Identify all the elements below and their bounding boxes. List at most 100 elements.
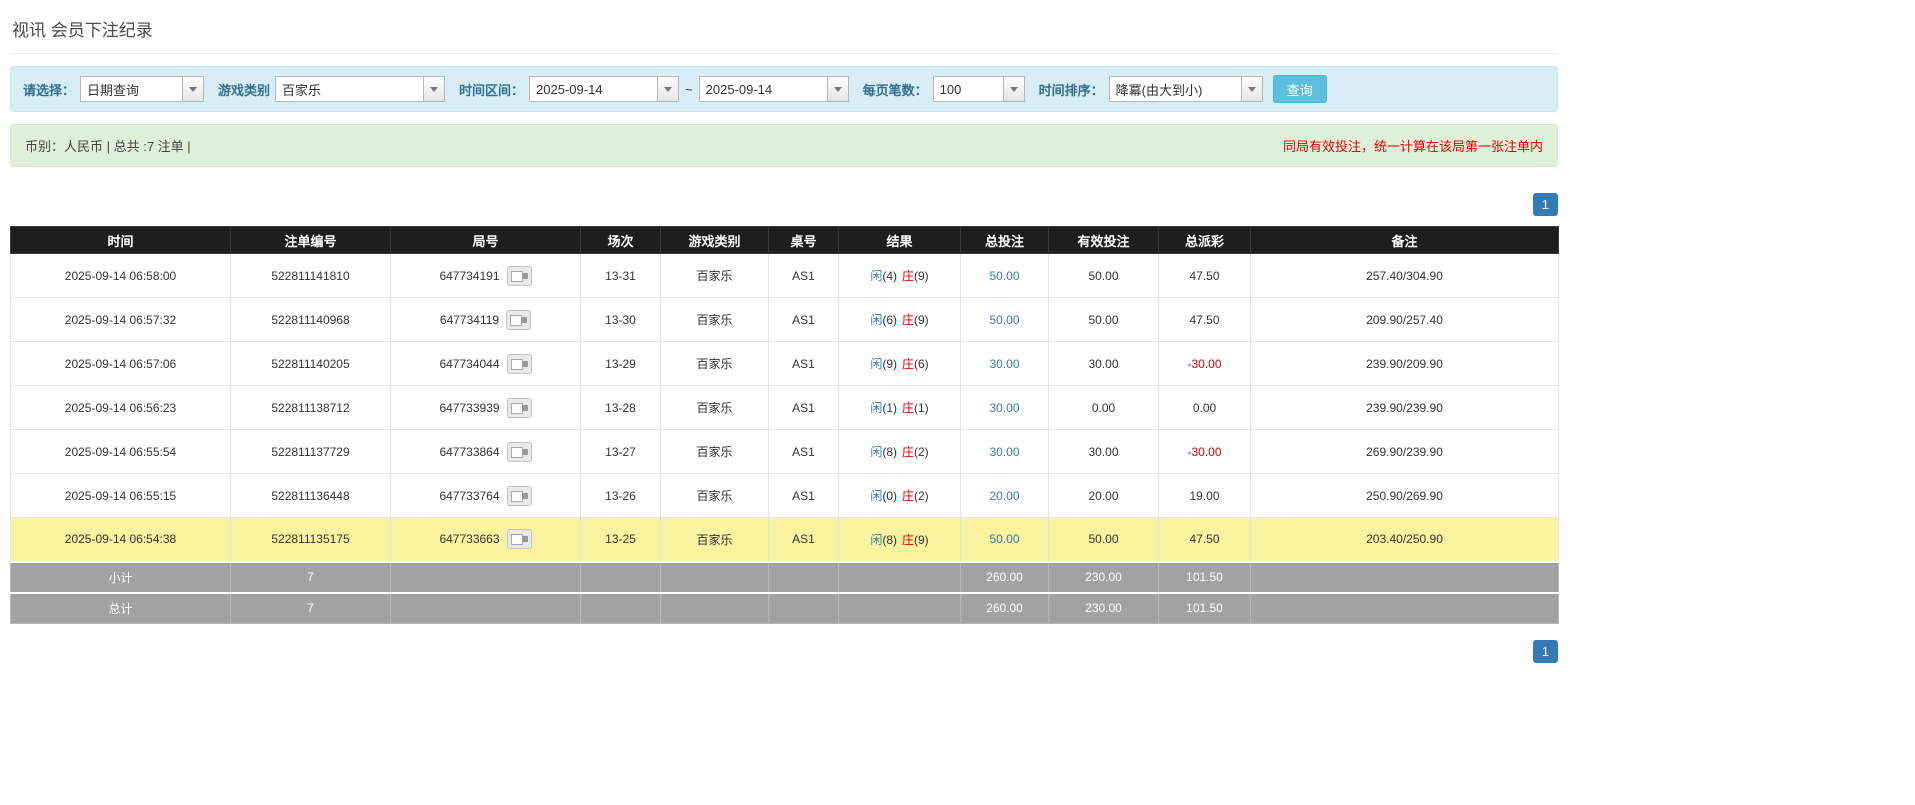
col-result: 结果 — [838, 226, 961, 254]
result-player-score: (8) — [882, 532, 897, 547]
pagination-page-button[interactable]: 1 — [1532, 640, 1558, 663]
cell-total-bet: 50.00 — [960, 253, 1049, 298]
table-row[interactable]: 2025-09-14 06:55:54 522811137729 6477338… — [10, 429, 1559, 474]
chevron-down-icon[interactable] — [826, 76, 849, 102]
total-bet-link[interactable]: 50.00 — [989, 313, 1019, 327]
total-bet-link[interactable]: 30.00 — [989, 401, 1019, 415]
total-bet-link[interactable]: 20.00 — [989, 489, 1019, 503]
table-row[interactable]: 2025-09-14 06:57:32 522811140968 6477341… — [10, 297, 1559, 342]
valid-bet: 20.00 — [1088, 488, 1119, 503]
cell-total-bet: 30.00 — [960, 429, 1049, 474]
payout-value: -30.00 — [1187, 356, 1222, 371]
table-row[interactable]: 2025-09-14 06:55:15 522811136448 6477337… — [10, 473, 1559, 518]
bet-id: 522811135175 — [271, 532, 350, 547]
cell-round-id: 647734119 — [390, 297, 581, 342]
time-sort-combobox[interactable] — [1108, 76, 1263, 102]
total-bet-link[interactable]: 50.00 — [989, 532, 1019, 546]
video-replay-icon[interactable] — [506, 485, 532, 506]
query-type-combobox[interactable] — [80, 76, 205, 102]
cell-session: 13-31 — [580, 253, 661, 298]
game-type-combobox[interactable] — [275, 76, 446, 102]
chevron-down-icon[interactable] — [423, 76, 446, 102]
page-size-combobox[interactable] — [932, 76, 1025, 102]
payout-value: 47.50 — [1189, 312, 1220, 327]
game-type: 百家乐 — [696, 357, 733, 371]
date-from-picker[interactable] — [529, 76, 680, 102]
chevron-down-glyph — [1247, 86, 1256, 92]
cell-note: 250.90/269.90 — [1250, 473, 1559, 518]
session-no: 13-31 — [605, 268, 636, 283]
cell-valid-bet: 30.00 — [1048, 341, 1159, 386]
result-player-score: (4) — [882, 269, 897, 283]
date-to-input[interactable] — [698, 76, 827, 102]
round-id: 647734119 — [439, 312, 500, 327]
summary-note: 同局有效投注，统一计算在该局第一张注单内 — [1282, 139, 1543, 154]
table-row[interactable]: 2025-09-14 06:57:06 522811140205 6477340… — [10, 341, 1559, 386]
video-replay-icon[interactable] — [506, 309, 532, 330]
cell-time: 2025-09-14 06:57:06 — [10, 341, 231, 386]
total-valid-bet: 230.00 — [1048, 591, 1159, 624]
session-no: 13-30 — [605, 312, 636, 327]
cell-valid-bet: 20.00 — [1048, 473, 1159, 518]
cell-valid-bet: 50.00 — [1048, 517, 1159, 562]
video-replay-icon[interactable] — [506, 397, 532, 418]
cell-note: 203.40/250.90 — [1250, 517, 1559, 562]
page-size-input[interactable] — [932, 76, 1003, 102]
date-from-input[interactable] — [529, 76, 658, 102]
round-id-group: 647733939 — [439, 397, 532, 418]
date-to-picker[interactable] — [698, 76, 849, 102]
balance-note: 269.90/239.90 — [1366, 444, 1443, 459]
cell-round-id: 647734044 — [390, 341, 581, 386]
chevron-down-icon[interactable] — [182, 76, 205, 102]
col-round-id: 局号 — [390, 226, 581, 254]
date-range-label: 时间区间： — [459, 82, 525, 98]
total-bet-link[interactable]: 30.00 — [989, 357, 1019, 371]
col-total-bet: 总投注 — [960, 226, 1049, 254]
search-button[interactable]: 查询 — [1272, 75, 1327, 103]
chevron-down-glyph — [430, 86, 439, 92]
table-row[interactable]: 2025-09-14 06:58:00 522811141810 6477341… — [10, 253, 1559, 298]
table-no: AS1 — [792, 400, 815, 415]
payout-value: 19.00 — [1189, 488, 1220, 503]
subtotal-label: 小计 — [10, 560, 231, 593]
table-no: AS1 — [792, 488, 815, 503]
summary-bar: 币别：人民币 | 总共 :7 注单 | 同局有效投注，统一计算在该局第一张注单内 — [10, 124, 1558, 167]
chevron-down-icon[interactable] — [1002, 76, 1025, 102]
cell-note: 239.90/239.90 — [1250, 385, 1559, 430]
result-banker-label: 庄 — [902, 313, 915, 327]
payout-value: 47.50 — [1189, 268, 1220, 283]
total-row: 总计 7 260.00 230.00 101.50 — [10, 591, 1559, 624]
video-replay-icon[interactable] — [506, 441, 532, 462]
cell-bet-id: 522811141810 — [230, 253, 391, 298]
cell-game-type: 百家乐 — [660, 341, 769, 386]
total-bet-link[interactable]: 50.00 — [989, 269, 1019, 283]
round-id-group: 647734191 — [439, 265, 532, 286]
video-replay-icon[interactable] — [506, 353, 532, 374]
total-bet-link[interactable]: 30.00 — [989, 445, 1019, 459]
cell-result: 闲(8) 庄(9) — [838, 517, 961, 562]
result-player-label: 闲 — [870, 269, 883, 283]
pagination-page-button[interactable]: 1 — [1532, 193, 1558, 216]
cell-session: 13-26 — [580, 473, 661, 518]
video-replay-icon[interactable] — [506, 265, 532, 286]
cell-payout: 47.50 — [1158, 253, 1251, 298]
query-type-input[interactable] — [80, 76, 183, 102]
game-type-input[interactable] — [275, 76, 424, 102]
game-type-label: 游戏类别 — [218, 82, 271, 98]
page-size-label: 每页笔数： — [862, 82, 928, 98]
bet-time: 2025-09-14 06:57:06 — [64, 356, 177, 371]
table-row[interactable]: 2025-09-14 06:56:23 522811138712 6477339… — [10, 385, 1559, 430]
game-type: 百家乐 — [696, 445, 733, 459]
chevron-down-icon[interactable] — [657, 76, 680, 102]
cell-game-type: 百家乐 — [660, 253, 769, 298]
cell-result: 闲(6) 庄(9) — [838, 297, 961, 342]
game-type: 百家乐 — [696, 489, 733, 503]
video-replay-icon[interactable] — [506, 529, 532, 550]
chevron-down-icon[interactable] — [1240, 76, 1263, 102]
filter-bar: 请选择： 游戏类别 时间区间： ~ 每页笔数： 时间排序： — [10, 66, 1558, 112]
cell-session: 13-29 — [580, 341, 661, 386]
cell-total-bet: 50.00 — [960, 517, 1049, 562]
bet-id: 522811140205 — [271, 356, 350, 371]
table-row[interactable]: 2025-09-14 06:54:38 522811135175 6477336… — [10, 517, 1559, 562]
time-sort-input[interactable] — [1108, 76, 1241, 102]
